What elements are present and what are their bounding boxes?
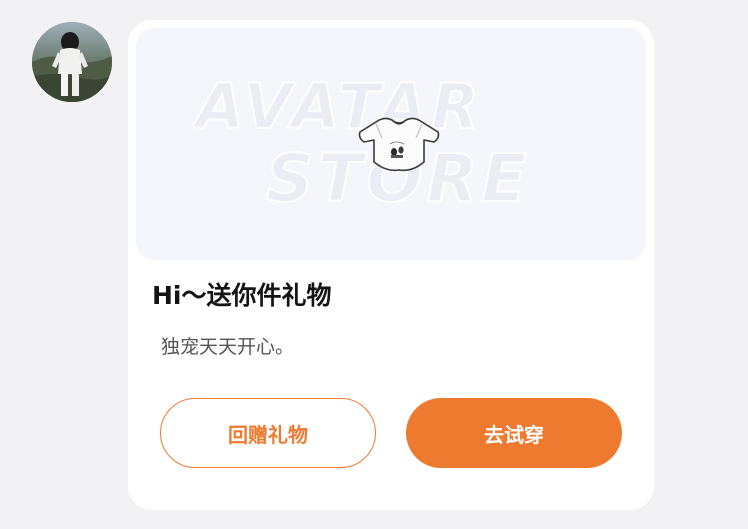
crop-top-shirt-icon[interactable] <box>354 110 444 180</box>
gift-message-card[interactable]: AVATAR STORE Hi～送你件礼物 独宠天天开心。 回赠礼物 去试穿 <box>128 20 654 510</box>
return-gift-button[interactable]: 回赠礼物 <box>160 398 376 468</box>
avatar-photo-icon <box>32 22 112 102</box>
gift-title: Hi～送你件礼物 <box>152 281 332 310</box>
gift-message: 独宠天天开心。 <box>161 336 295 358</box>
try-on-button[interactable]: 去试穿 <box>406 398 622 468</box>
avatar-store-banner: AVATAR STORE <box>136 28 646 260</box>
chat-page: AVATAR STORE Hi～送你件礼物 独宠天天开心。 回赠礼物 去试穿 <box>0 0 748 529</box>
sender-avatar[interactable] <box>32 22 112 102</box>
